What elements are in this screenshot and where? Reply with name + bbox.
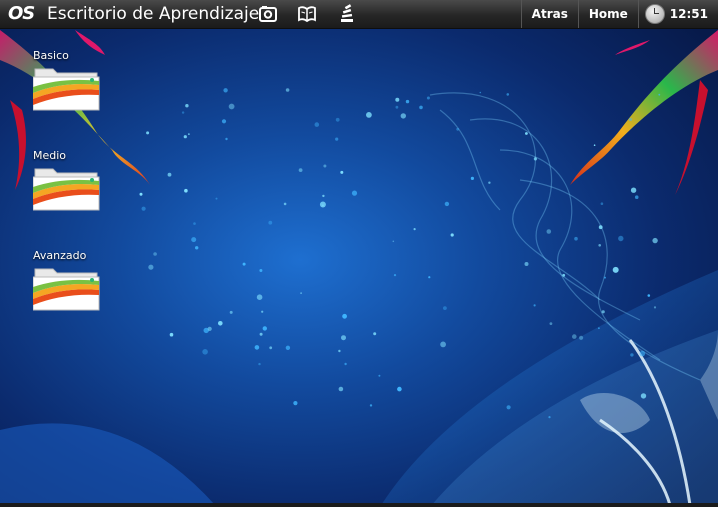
app-title: Escritorio de Aprendizaje: [47, 4, 260, 24]
folder-icon: [32, 63, 101, 116]
folder-icon: [32, 263, 101, 316]
folder-label: Avanzado: [33, 249, 87, 262]
book-icon[interactable]: [297, 4, 317, 24]
bottom-edge: [0, 503, 718, 507]
folder-label: Basico: [33, 49, 69, 62]
folder-icon: [32, 163, 101, 216]
desktop-item-medio[interactable]: Medio: [32, 149, 113, 216]
top-panel-right: Atras Home 12:51: [520, 0, 718, 28]
back-button[interactable]: Atras: [520, 0, 578, 28]
stack-icon[interactable]: [337, 4, 357, 24]
folder-label: Medio: [33, 149, 67, 162]
os-logo[interactable]: OS: [8, 3, 35, 24]
clock-icon: [644, 4, 665, 24]
desktop-item-basico[interactable]: Basico: [32, 49, 113, 116]
home-button[interactable]: Home: [577, 0, 638, 28]
clock-time: 12:51: [669, 7, 708, 21]
top-panel: OS Escritorio de Aprendizaje Atras Home …: [0, 0, 718, 29]
desktop-item-avanzado[interactable]: Avanzado: [32, 249, 113, 316]
clock[interactable]: 12:51: [637, 0, 718, 28]
camera-icon[interactable]: [258, 4, 278, 24]
